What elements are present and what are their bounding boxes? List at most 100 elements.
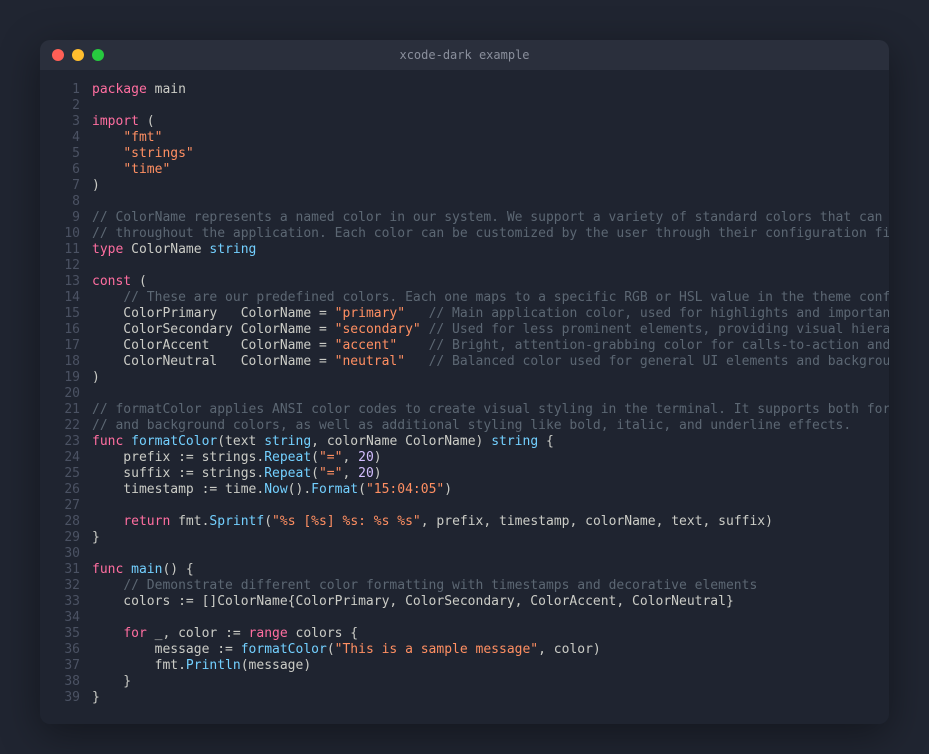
- code-content: [92, 386, 889, 402]
- code-content: ): [92, 178, 889, 194]
- code-line[interactable]: 23func formatColor(text string, colorNam…: [40, 434, 889, 450]
- line-number: 6: [40, 162, 92, 178]
- close-icon[interactable]: [52, 49, 64, 61]
- code-line[interactable]: 2: [40, 98, 889, 114]
- code-content: // and background colors, as well as add…: [92, 418, 889, 434]
- code-content: // Demonstrate different color formattin…: [92, 578, 889, 594]
- code-line[interactable]: 24 prefix := strings.Repeat("=", 20): [40, 450, 889, 466]
- code-line[interactable]: 16 ColorSecondary ColorName = "secondary…: [40, 322, 889, 338]
- code-line[interactable]: 33 colors := []ColorName{ColorPrimary, C…: [40, 594, 889, 610]
- line-number: 4: [40, 130, 92, 146]
- line-number: 12: [40, 258, 92, 274]
- code-line[interactable]: 8: [40, 194, 889, 210]
- line-number: 30: [40, 546, 92, 562]
- code-line[interactable]: 27: [40, 498, 889, 514]
- code-line[interactable]: 3import (: [40, 114, 889, 130]
- code-line[interactable]: 19): [40, 370, 889, 386]
- code-editor[interactable]: 1package main23import (4 "fmt"5 "strings…: [40, 70, 889, 724]
- code-content: colors := []ColorName{ColorPrimary, Colo…: [92, 594, 889, 610]
- code-line[interactable]: 21// formatColor applies ANSI color code…: [40, 402, 889, 418]
- code-content: }: [92, 530, 889, 546]
- line-number: 13: [40, 274, 92, 290]
- code-line[interactable]: 17 ColorAccent ColorName = "accent" // B…: [40, 338, 889, 354]
- code-line[interactable]: 22// and background colors, as well as a…: [40, 418, 889, 434]
- line-number: 5: [40, 146, 92, 162]
- line-number: 7: [40, 178, 92, 194]
- code-line[interactable]: 5 "strings": [40, 146, 889, 162]
- line-number: 25: [40, 466, 92, 482]
- line-number: 14: [40, 290, 92, 306]
- code-content: ColorNeutral ColorName = "neutral" // Ba…: [92, 354, 889, 370]
- code-content: [92, 98, 889, 114]
- line-number: 1: [40, 82, 92, 98]
- code-line[interactable]: 12: [40, 258, 889, 274]
- code-line[interactable]: 38 }: [40, 674, 889, 690]
- code-content: [92, 258, 889, 274]
- code-content: type ColorName string: [92, 242, 889, 258]
- code-content: for _, color := range colors {: [92, 626, 889, 642]
- code-line[interactable]: 31func main() {: [40, 562, 889, 578]
- code-content: }: [92, 674, 889, 690]
- line-number: 21: [40, 402, 92, 418]
- code-content: // ColorName represents a named color in…: [92, 210, 889, 226]
- code-content: import (: [92, 114, 889, 130]
- line-number: 16: [40, 322, 92, 338]
- code-line[interactable]: 1package main: [40, 82, 889, 98]
- code-content: "fmt": [92, 130, 889, 146]
- line-number: 37: [40, 658, 92, 674]
- code-line[interactable]: 39}: [40, 690, 889, 706]
- code-line[interactable]: 13const (: [40, 274, 889, 290]
- code-line[interactable]: 15 ColorPrimary ColorName = "primary" //…: [40, 306, 889, 322]
- code-content: ColorPrimary ColorName = "primary" // Ma…: [92, 306, 889, 322]
- line-number: 23: [40, 434, 92, 450]
- line-number: 29: [40, 530, 92, 546]
- code-line[interactable]: 34: [40, 610, 889, 626]
- line-number: 35: [40, 626, 92, 642]
- code-line[interactable]: 36 message := formatColor("This is a sam…: [40, 642, 889, 658]
- line-number: 15: [40, 306, 92, 322]
- code-content: ColorAccent ColorName = "accent" // Brig…: [92, 338, 889, 354]
- line-number: 17: [40, 338, 92, 354]
- code-content: [92, 194, 889, 210]
- code-line[interactable]: 25 suffix := strings.Repeat("=", 20): [40, 466, 889, 482]
- code-content: const (: [92, 274, 889, 290]
- code-content: "strings": [92, 146, 889, 162]
- line-number: 34: [40, 610, 92, 626]
- code-content: [92, 498, 889, 514]
- code-line[interactable]: 10// throughout the application. Each co…: [40, 226, 889, 242]
- code-content: func formatColor(text string, colorName …: [92, 434, 889, 450]
- code-content: package main: [92, 82, 889, 98]
- line-number: 22: [40, 418, 92, 434]
- code-line[interactable]: 14 // These are our predefined colors. E…: [40, 290, 889, 306]
- code-content: [92, 610, 889, 626]
- code-content: }: [92, 690, 889, 706]
- code-line[interactable]: 7): [40, 178, 889, 194]
- line-number: 31: [40, 562, 92, 578]
- code-content: suffix := strings.Repeat("=", 20): [92, 466, 889, 482]
- code-line[interactable]: 37 fmt.Println(message): [40, 658, 889, 674]
- code-line[interactable]: 18 ColorNeutral ColorName = "neutral" //…: [40, 354, 889, 370]
- code-line[interactable]: 9// ColorName represents a named color i…: [40, 210, 889, 226]
- code-line[interactable]: 35 for _, color := range colors {: [40, 626, 889, 642]
- titlebar: xcode-dark example: [40, 40, 889, 70]
- code-line[interactable]: 32 // Demonstrate different color format…: [40, 578, 889, 594]
- line-number: 3: [40, 114, 92, 130]
- line-number: 26: [40, 482, 92, 498]
- zoom-icon[interactable]: [92, 49, 104, 61]
- code-line[interactable]: 26 timestamp := time.Now().Format("15:04…: [40, 482, 889, 498]
- code-line[interactable]: 28 return fmt.Sprintf("%s [%s] %s: %s %s…: [40, 514, 889, 530]
- code-content: fmt.Println(message): [92, 658, 889, 674]
- line-number: 33: [40, 594, 92, 610]
- code-line[interactable]: 11type ColorName string: [40, 242, 889, 258]
- code-line[interactable]: 4 "fmt": [40, 130, 889, 146]
- code-line[interactable]: 6 "time": [40, 162, 889, 178]
- code-content: ): [92, 370, 889, 386]
- code-line[interactable]: 29}: [40, 530, 889, 546]
- line-number: 2: [40, 98, 92, 114]
- code-content: return fmt.Sprintf("%s [%s] %s: %s %s", …: [92, 514, 889, 530]
- code-line[interactable]: 30: [40, 546, 889, 562]
- minimize-icon[interactable]: [72, 49, 84, 61]
- code-line[interactable]: 20: [40, 386, 889, 402]
- code-content: "time": [92, 162, 889, 178]
- line-number: 10: [40, 226, 92, 242]
